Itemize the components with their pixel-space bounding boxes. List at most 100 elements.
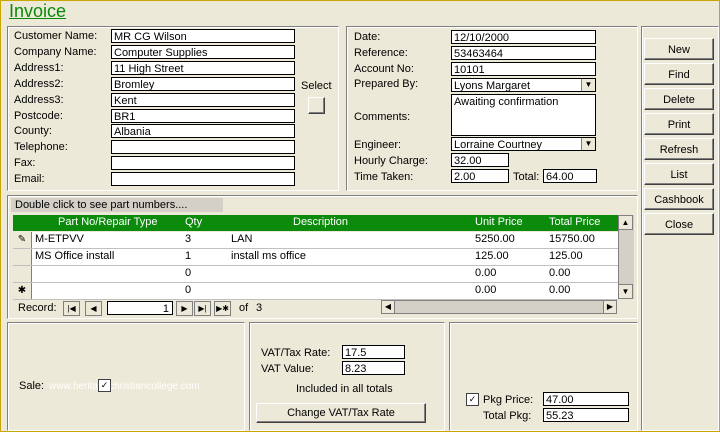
close-button[interactable]: Close	[644, 213, 714, 235]
reference-field[interactable]: 53463464	[451, 46, 596, 60]
fax-field[interactable]	[111, 156, 295, 170]
county-label: County:	[14, 125, 52, 137]
window-title: Invoice	[9, 1, 67, 21]
change-vat-button[interactable]: Change VAT/Tax Rate	[256, 403, 426, 423]
company-name-label: Company Name:	[14, 46, 97, 58]
cashbook-button[interactable]: Cashbook	[644, 188, 714, 210]
parts-hint: Double click to see part numbers....	[15, 199, 188, 211]
time-taken-label: Time Taken:	[354, 171, 414, 183]
vat-value-field[interactable]: 8.23	[342, 361, 405, 375]
first-record-icon[interactable]: |◀	[63, 301, 80, 316]
telephone-field[interactable]	[111, 140, 295, 154]
record-number-field[interactable]: 1	[107, 301, 173, 315]
total-label: Total:	[513, 171, 540, 183]
cell-part[interactable]: MS Office install	[35, 250, 114, 262]
fax-label: Fax:	[14, 157, 36, 169]
time-taken-field[interactable]: 2.00	[451, 169, 509, 183]
row-selector[interactable]	[13, 249, 32, 265]
vat-rate-label: VAT/Tax Rate:	[261, 347, 331, 359]
new-record-nav-icon[interactable]: ▶✱	[214, 301, 231, 316]
prepared-by-combo[interactable]: Lyons Margaret ▼	[451, 78, 596, 92]
address3-label: Address3:	[14, 94, 64, 106]
pencil-icon: ✎	[13, 232, 32, 248]
cell-total[interactable]: 125.00	[549, 250, 583, 262]
find-button[interactable]: Find	[644, 63, 714, 85]
select-customer-button[interactable]	[308, 97, 325, 114]
col-qty-header[interactable]: Qty	[185, 216, 202, 228]
cell-qty[interactable]: 0	[185, 284, 191, 296]
col-unit-header[interactable]: Unit Price	[475, 216, 523, 228]
col-desc-header[interactable]: Description	[293, 216, 348, 228]
row-selector[interactable]	[13, 266, 32, 282]
chevron-down-icon[interactable]: ▼	[581, 138, 595, 150]
refresh-button[interactable]: Refresh	[644, 138, 714, 160]
address1-label: Address1:	[14, 62, 64, 74]
new-button[interactable]: New	[644, 38, 714, 60]
county-field[interactable]: Albania	[111, 124, 295, 138]
cell-qty[interactable]: 1	[185, 250, 191, 262]
vat-rate-field[interactable]: 17.5	[342, 345, 405, 359]
table-row[interactable]: MS Office install 1 install ms office 12…	[13, 249, 618, 266]
scroll-left-icon[interactable]: ◀	[381, 300, 395, 314]
company-name-field[interactable]: Computer Supplies	[111, 45, 295, 59]
comments-field[interactable]: Awaiting confirmation	[451, 94, 596, 136]
email-field[interactable]	[111, 172, 295, 186]
cell-unit[interactable]: 0.00	[475, 267, 496, 279]
cell-qty[interactable]: 3	[185, 233, 191, 245]
comments-label: Comments:	[354, 111, 411, 123]
table-row[interactable]: 0 0.00 0.00	[13, 266, 618, 283]
total-pkg-field[interactable]: 55.23	[543, 408, 629, 422]
table-row[interactable]: ✱ 0 0.00 0.00	[13, 283, 618, 300]
record-count: 3	[256, 302, 263, 314]
address3-field[interactable]: Kent	[111, 93, 295, 107]
next-record-icon[interactable]: ▶	[176, 301, 193, 316]
address2-label: Address2:	[14, 78, 64, 90]
table-row[interactable]: ✎ M-ETPVV 3 LAN 5250.00 15750.00	[13, 232, 618, 249]
customer-name-field[interactable]: MR CG Wilson	[111, 29, 295, 43]
engineer-label: Engineer:	[354, 139, 402, 151]
cell-desc[interactable]: install ms office	[231, 250, 306, 262]
record-label: Record:	[18, 302, 57, 314]
hourly-charge-field[interactable]: 32.00	[451, 153, 509, 167]
postcode-field[interactable]: BR1	[111, 109, 295, 123]
pkg-price-field[interactable]: 47.00	[543, 392, 629, 406]
address2-field[interactable]: Bromley	[111, 77, 295, 91]
cell-unit[interactable]: 0.00	[475, 284, 496, 296]
col-total-header[interactable]: Total Price	[549, 216, 600, 228]
cell-total[interactable]: 0.00	[549, 284, 570, 296]
chevron-down-icon[interactable]: ▼	[581, 79, 595, 91]
date-field[interactable]: 12/10/2000	[451, 30, 596, 44]
scroll-right-icon[interactable]: ▶	[603, 300, 617, 314]
account-label: Account No:	[354, 63, 414, 75]
last-record-icon[interactable]: ▶|	[194, 301, 211, 316]
vat-note: Included in all totals	[296, 383, 393, 395]
invoice-window: Invoice Customer Name: MR CG Wilson Comp…	[0, 0, 720, 432]
total-pkg-label: Total Pkg:	[483, 410, 532, 422]
cell-qty[interactable]: 0	[185, 267, 191, 279]
cell-unit[interactable]: 5250.00	[475, 233, 515, 245]
address1-field[interactable]: 11 High Street	[111, 61, 295, 75]
postcode-label: Postcode:	[14, 110, 63, 122]
total-field[interactable]: 64.00	[543, 169, 597, 183]
cell-total[interactable]: 15750.00	[549, 233, 595, 245]
cell-total[interactable]: 0.00	[549, 267, 570, 279]
col-part-header[interactable]: Part No/Repair Type	[58, 216, 157, 228]
parts-grid-header: Part No/Repair Type Qty Description Unit…	[13, 215, 633, 231]
engineer-combo[interactable]: Lorraine Courtney ▼	[451, 137, 596, 151]
engineer-value: Lorraine Courtney	[454, 139, 543, 151]
list-button[interactable]: List	[644, 163, 714, 185]
cell-unit[interactable]: 125.00	[475, 250, 509, 262]
sale-panel	[7, 322, 245, 431]
horizontal-scrollbar[interactable]	[381, 300, 617, 314]
prev-record-icon[interactable]: ◀	[85, 301, 102, 316]
scroll-down-icon[interactable]: ▼	[618, 284, 633, 299]
delete-button[interactable]: Delete	[644, 88, 714, 110]
customer-name-label: Customer Name:	[14, 30, 98, 42]
scroll-up-icon[interactable]: ▲	[618, 215, 633, 230]
account-field[interactable]: 10101	[451, 62, 596, 76]
cell-part[interactable]: M-ETPVV	[35, 233, 84, 245]
sale-checkbox[interactable]: ✓	[98, 379, 111, 392]
cell-desc[interactable]: LAN	[231, 233, 252, 245]
print-button[interactable]: Print	[644, 113, 714, 135]
pkg-price-checkbox[interactable]: ✓	[466, 393, 479, 406]
